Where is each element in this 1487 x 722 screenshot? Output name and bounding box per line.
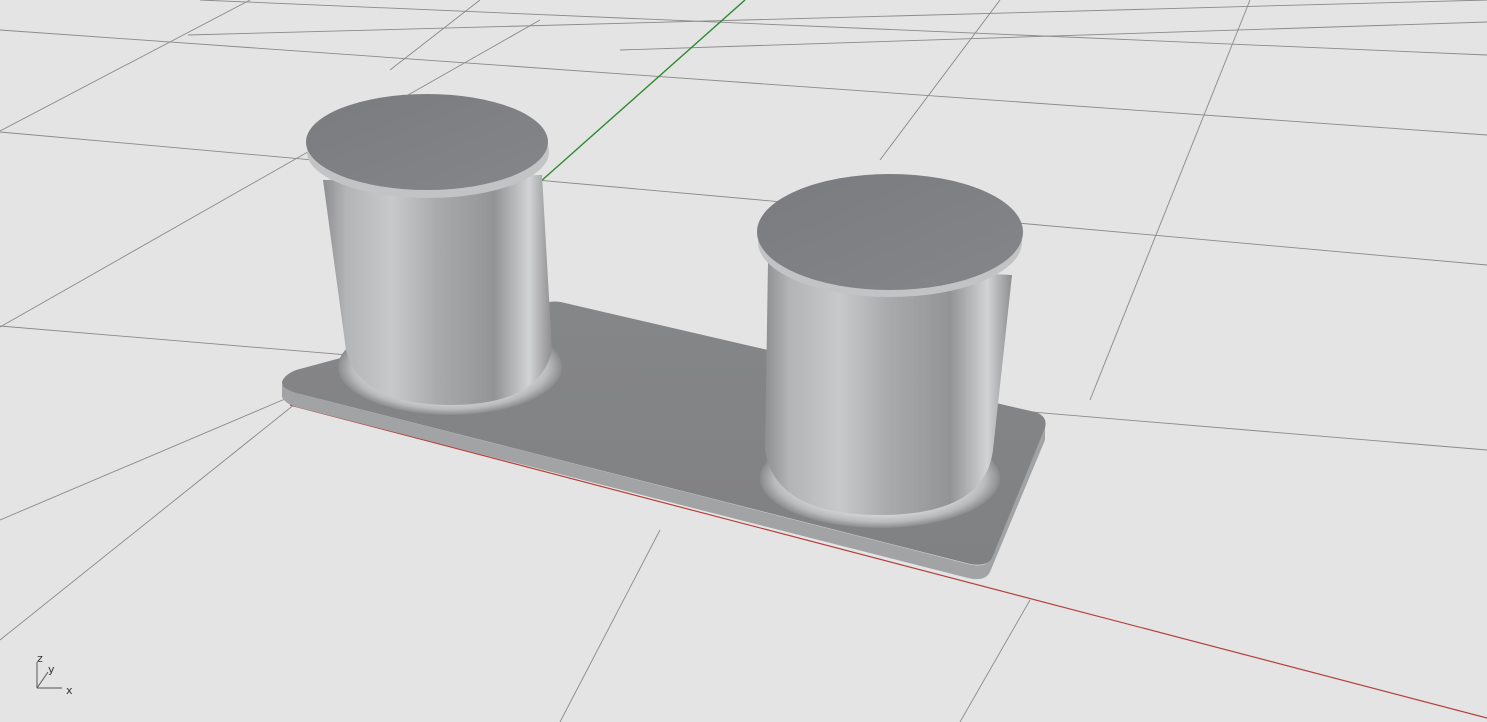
3d-viewport[interactable]: z y x [0, 0, 1487, 722]
y-axis-line [539, 0, 746, 183]
gizmo-x-label: x [66, 684, 73, 697]
left-post-cap[interactable] [306, 94, 548, 190]
left-post-body[interactable] [323, 175, 552, 405]
bollard-model[interactable] [281, 94, 1046, 580]
gizmo-y-label: y [48, 663, 55, 676]
axis-gizmo: z y x [36, 652, 73, 697]
right-post-body[interactable] [765, 262, 1012, 515]
gizmo-z-label: z [37, 652, 43, 665]
right-post-cap[interactable] [757, 174, 1023, 290]
viewport-canvas[interactable]: z y x [0, 0, 1487, 722]
